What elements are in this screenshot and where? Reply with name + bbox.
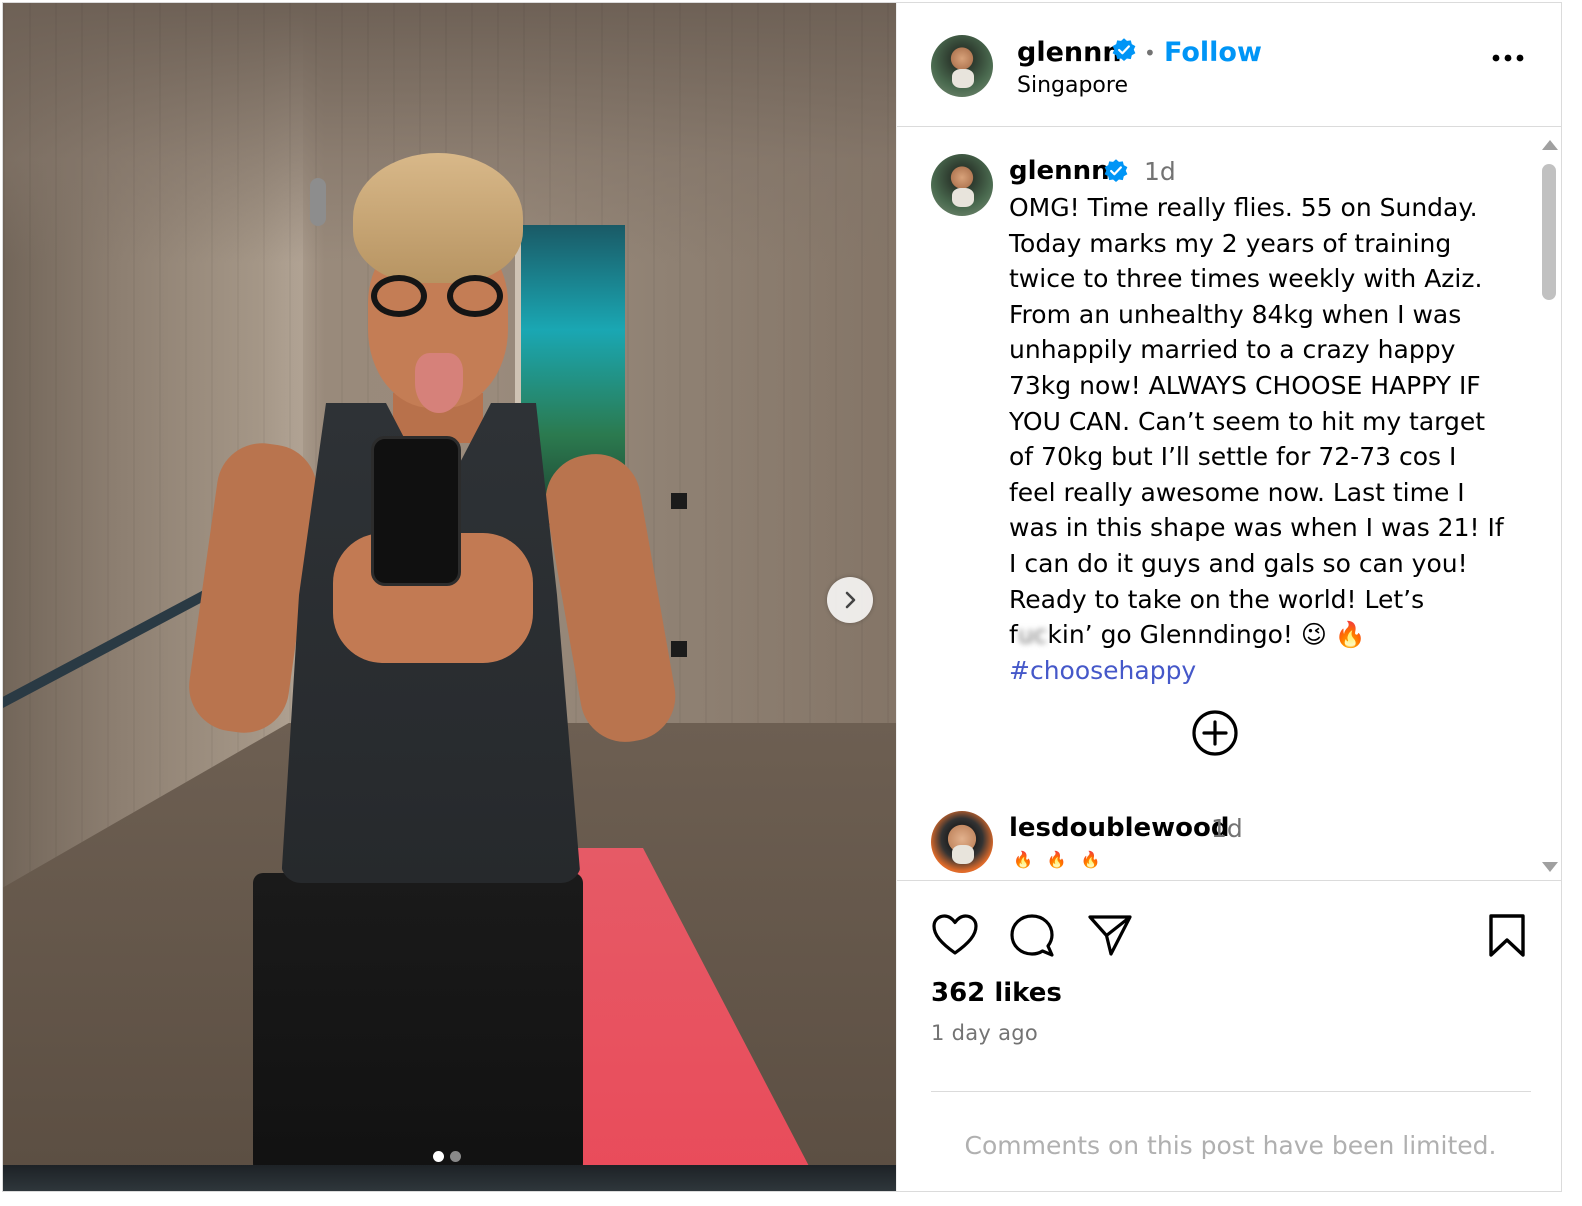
more-options-icon[interactable] xyxy=(1491,53,1525,63)
comments-section: glennn 1d OMG! Time really flies. 55 on … xyxy=(897,128,1561,880)
comments-scrollbar[interactable] xyxy=(1540,136,1558,876)
bookmark-icon[interactable] xyxy=(1487,913,1527,959)
caption-username[interactable]: glennn xyxy=(1009,156,1110,186)
heart-icon[interactable] xyxy=(931,913,979,957)
post-header: glennn • Follow Singapore xyxy=(897,3,1561,127)
chevron-right-icon xyxy=(845,591,856,609)
fire-emoji: 🔥 xyxy=(1080,850,1101,869)
photo-wall-switch xyxy=(671,641,687,657)
caption-text: OMG! Time really flies. 55 on Sunday. To… xyxy=(1009,190,1509,688)
author-username[interactable]: glennn xyxy=(1017,37,1122,68)
comment-time[interactable]: 1d xyxy=(1211,814,1243,843)
fire-emoji: 🔥 xyxy=(1013,850,1033,869)
post-timestamp[interactable]: 1 day ago xyxy=(931,1021,1038,1045)
comments-limited-notice: Comments on this post have been limited. xyxy=(964,1131,1497,1160)
post-photo[interactable] xyxy=(3,3,896,1191)
paper-plane-icon[interactable] xyxy=(1087,913,1133,957)
author-avatar[interactable] xyxy=(931,35,993,97)
comment-text: 🔥 🔥 🔥 xyxy=(1013,850,1101,869)
person-tongue xyxy=(415,353,463,413)
scroll-up-arrow[interactable] xyxy=(1542,140,1558,150)
post-location[interactable]: Singapore xyxy=(1017,73,1128,98)
post-actions: 362 likes 1 day ago Comments on this pos… xyxy=(897,880,1561,1191)
header-separator: • xyxy=(1144,41,1156,65)
caption-avatar[interactable] xyxy=(931,154,993,216)
commenter-username[interactable]: lesdoublewood xyxy=(1009,813,1230,843)
caption-time[interactable]: 1d xyxy=(1144,157,1176,186)
photo-wall-switch xyxy=(671,493,687,509)
wink-emoji: 😉 xyxy=(1300,620,1327,650)
divider xyxy=(931,1091,1531,1092)
hashtag-link[interactable]: #choosehappy xyxy=(1009,656,1196,685)
verified-badge-icon xyxy=(1112,38,1136,62)
person-hair xyxy=(353,153,523,283)
scroll-down-arrow[interactable] xyxy=(1542,862,1558,872)
fire-emoji: 🔥 xyxy=(1334,620,1367,650)
follow-button[interactable]: Follow xyxy=(1164,37,1262,68)
caption-text-part: kin’ go Glenndingo! xyxy=(1047,620,1301,650)
photo-bottom-edge xyxy=(3,1165,896,1191)
next-slide-button[interactable] xyxy=(827,577,873,623)
carousel-dot-active xyxy=(433,1151,444,1162)
caption-text-part: OMG! Time really flies. 55 on Sunday. To… xyxy=(1009,193,1504,650)
fire-emoji: 🔥 xyxy=(1046,850,1067,869)
commenter-avatar[interactable] xyxy=(931,811,993,873)
photo-person xyxy=(183,153,683,1191)
carousel-indicator xyxy=(433,1151,461,1162)
post-side-panel: glennn • Follow Singapore glennn 1d OMG!… xyxy=(896,3,1561,1191)
verified-badge-icon xyxy=(1104,159,1128,183)
scrollbar-thumb[interactable] xyxy=(1542,164,1556,300)
post-dialog: glennn • Follow Singapore glennn 1d OMG!… xyxy=(2,2,1562,1192)
likes-count[interactable]: 362 likes xyxy=(931,978,1062,1008)
plus-circle-icon[interactable] xyxy=(1191,709,1239,757)
person-shorts xyxy=(253,873,583,1191)
caption-censored-text: uc xyxy=(1017,620,1048,650)
person-glasses xyxy=(371,275,503,317)
carousel-dot xyxy=(450,1151,461,1162)
comment-bubble-icon[interactable] xyxy=(1009,913,1055,959)
person-phone xyxy=(371,436,461,586)
